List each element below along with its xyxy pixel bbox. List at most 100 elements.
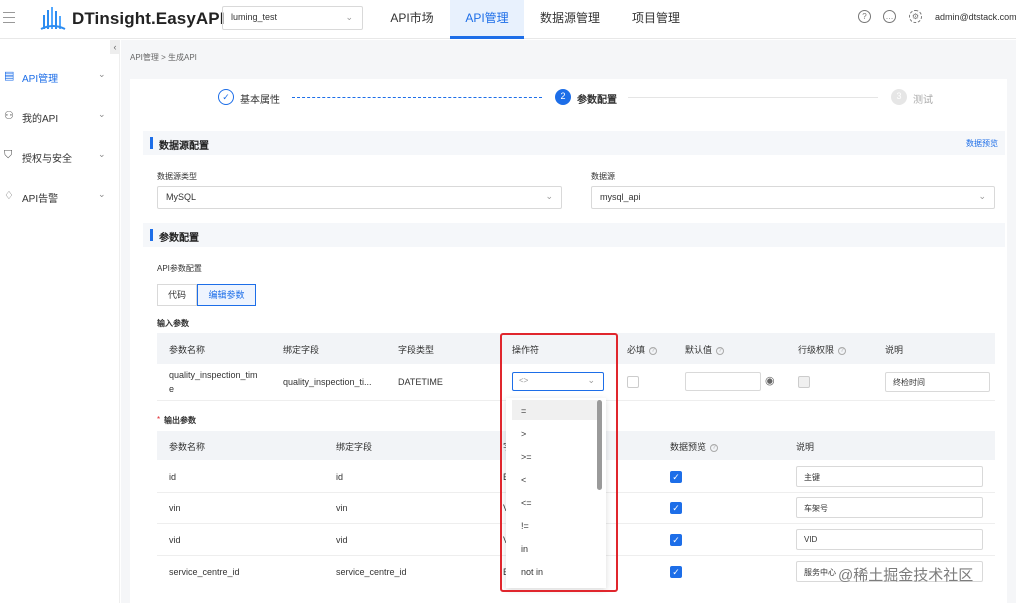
logo-icon <box>40 7 66 30</box>
nav-datasource[interactable]: 数据源管理 <box>528 0 612 39</box>
api-icon: ▤ <box>4 70 15 82</box>
output-params-label: 输出参数 <box>164 416 196 425</box>
col-default-label: 默认值 <box>685 345 713 355</box>
select-value: mysql_api <box>600 192 641 202</box>
sidebar-item-my-api[interactable]: ⚇ 我的API ⌄ <box>4 107 112 127</box>
nav-api-manage[interactable]: API管理 <box>450 0 524 39</box>
out-col-description: 说明 <box>796 442 815 452</box>
input-param-name-line2: e <box>169 384 175 394</box>
input-bind-field: quality_inspection_ti... <box>283 377 372 387</box>
menu-icon[interactable] <box>3 12 15 24</box>
sidebar-item-api-alert[interactable]: ♢ API告警 ⌄ <box>4 187 112 207</box>
out-param-name: vid <box>169 535 181 545</box>
step-connector <box>628 97 878 98</box>
sidebar-item-label: API管理 <box>22 74 59 85</box>
step-num-2: 2 <box>555 89 571 105</box>
description-input[interactable]: 终检时间 <box>885 372 990 392</box>
eye-icon[interactable]: ◉ <box>765 374 775 387</box>
help-icon[interactable]: ? <box>858 10 871 23</box>
chevron-down-icon: ⌄ <box>978 191 986 201</box>
out-bind-field: vin <box>336 503 348 513</box>
project-select[interactable]: luming_test ⌄ <box>222 6 363 30</box>
out-description-input[interactable]: VID <box>796 529 983 550</box>
message-icon[interactable]: … <box>883 10 896 23</box>
default-value-input[interactable] <box>685 372 761 391</box>
out-param-name: vin <box>169 503 181 513</box>
step-test: 测试 <box>913 95 933 106</box>
help-icon: ? <box>838 346 847 355</box>
out-bind-field: vid <box>336 535 348 545</box>
datasource-select[interactable]: mysql_api ⌄ <box>591 186 995 209</box>
out-bind-field: service_centre_id <box>336 567 407 577</box>
api-params-label: API参数配置 <box>157 264 202 273</box>
datasource-type-label: 数据源类型 <box>157 172 197 181</box>
out-col-bind-field: 绑定字段 <box>336 442 373 452</box>
chevron-down-icon: ⌄ <box>98 69 106 79</box>
chevron-down-icon: ⌄ <box>345 12 353 22</box>
chevron-down-icon: ⌄ <box>98 109 106 119</box>
sidebar-item-label: API告警 <box>22 194 59 205</box>
out-col-param-name: 参数名称 <box>169 442 206 452</box>
shield-icon: ⛉ <box>4 149 13 161</box>
user-account[interactable]: admin@dtstack.com <box>935 12 1016 22</box>
step-basic: 基本属性 <box>240 95 280 106</box>
preview-checkbox[interactable]: ✓ <box>670 566 682 578</box>
tab-code[interactable]: 代码 <box>157 284 197 306</box>
sidebar-item-security[interactable]: ⛉ 授权与安全 ⌄ <box>4 147 112 167</box>
params-section-header: 参数配置 <box>143 223 1005 247</box>
help-icon: ? <box>716 346 725 355</box>
preview-checkbox[interactable]: ✓ <box>670 534 682 546</box>
col-param-name: 参数名称 <box>169 345 206 355</box>
input-param-name-line1: quality_inspection_tim <box>169 370 258 380</box>
sidebar-item-api-manage[interactable]: ▤ API管理 ⌄ <box>4 67 112 87</box>
preview-checkbox[interactable]: ✓ <box>670 471 682 483</box>
collapse-sidebar-button[interactable]: ‹ <box>110 40 120 54</box>
section-title: 数据源配置 <box>159 141 209 152</box>
out-param-name: id <box>169 472 177 482</box>
col-row-permission-label: 行级权限 <box>798 345 835 355</box>
datasource-type-select[interactable]: MySQL ⌄ <box>157 186 562 209</box>
sidebar-item-label: 授权与安全 <box>22 154 72 165</box>
my-api-icon: ⚇ <box>4 110 14 122</box>
chevron-down-icon: ⌄ <box>98 189 106 199</box>
check-icon: ✓ <box>218 89 234 105</box>
nav-api-market[interactable]: API市场 <box>378 0 446 39</box>
settings-icon[interactable]: ⚙ <box>909 10 922 23</box>
out-param-name: service_centre_id <box>169 567 240 577</box>
chevron-down-icon: ⌄ <box>545 191 553 201</box>
nav-project[interactable]: 项目管理 <box>620 0 692 39</box>
tab-edit-params[interactable]: 编辑参数 <box>197 284 256 306</box>
required-mark: * <box>157 415 161 424</box>
out-description-input[interactable]: 主键 <box>796 466 983 487</box>
brand-name: DTinsight.EasyAPI <box>72 9 225 28</box>
required-checkbox[interactable] <box>627 376 639 388</box>
out-col-data-preview-label: 数据预览 <box>670 442 707 452</box>
step-params: 参数配置 <box>577 95 617 106</box>
breadcrumb: API管理 > 生成API <box>130 53 197 62</box>
project-select-value: luming_test <box>231 12 278 22</box>
col-required-label: 必填 <box>627 345 646 355</box>
bell-icon: ♢ <box>4 190 14 202</box>
preview-checkbox[interactable]: ✓ <box>670 502 682 514</box>
col-default: 默认值? <box>685 343 725 356</box>
top-header: DTinsight.EasyAPI luming_test ⌄ API市场 AP… <box>0 0 1016 39</box>
step-connector <box>292 97 542 98</box>
col-required: 必填? <box>627 343 658 356</box>
watermark: @稀土掘金技术社区 <box>838 567 974 584</box>
highlight-box <box>500 333 618 592</box>
input-field-type: DATETIME <box>398 377 443 387</box>
row-permission-checkbox[interactable] <box>798 376 810 388</box>
datasource-label: 数据源 <box>591 172 615 181</box>
sidebar-item-label: 我的API <box>22 114 59 125</box>
out-col-data-preview: 数据预览? <box>670 440 719 453</box>
help-icon: ? <box>710 443 719 452</box>
col-description: 说明 <box>885 345 904 355</box>
col-bind-field: 绑定字段 <box>283 345 320 355</box>
out-description-input[interactable]: 车架号 <box>796 497 983 518</box>
data-preview-link[interactable]: 数据预览 <box>966 138 998 149</box>
datasource-section-header: 数据源配置 <box>143 131 1005 155</box>
col-field-type: 字段类型 <box>398 345 435 355</box>
chevron-down-icon: ⌄ <box>98 149 106 159</box>
out-bind-field: id <box>336 472 344 482</box>
select-value: MySQL <box>166 192 197 202</box>
